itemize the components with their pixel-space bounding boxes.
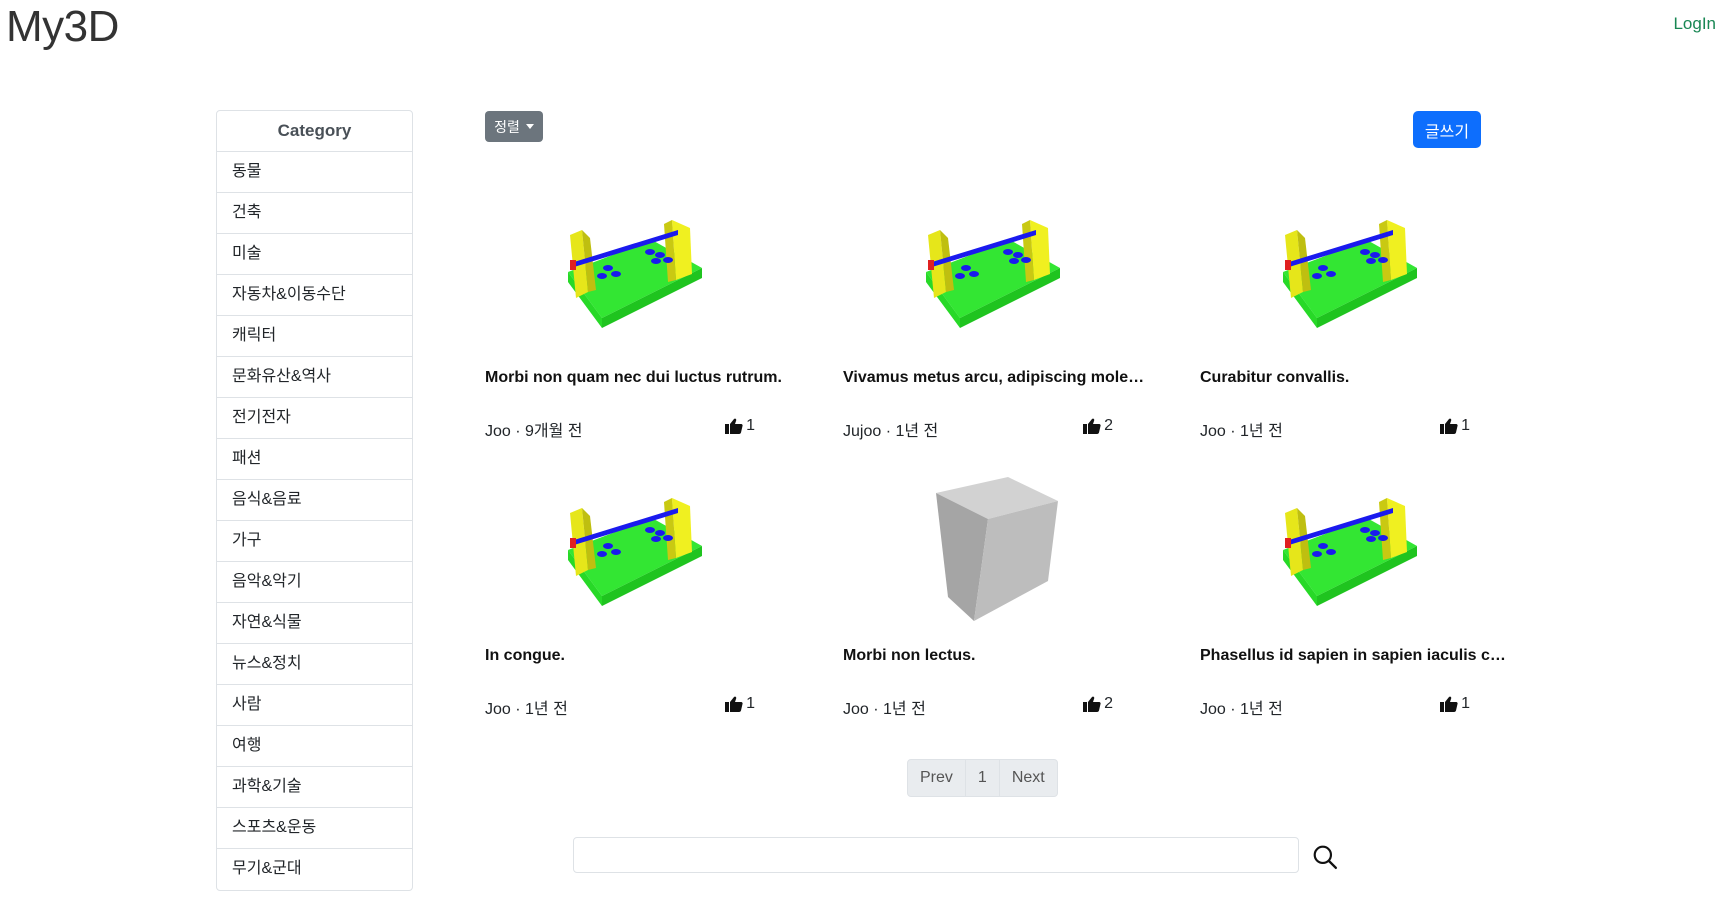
post-meta: Joo · 1년 전 bbox=[485, 701, 568, 718]
post-meta: Jujoo · 1년 전 bbox=[843, 423, 939, 440]
write-post-button[interactable]: 글쓰기 bbox=[1413, 111, 1481, 148]
post-card[interactable]: Morbi non lectus. Joo · 1년 전 2 bbox=[843, 473, 1153, 718]
thumbs-up-icon bbox=[1083, 418, 1101, 434]
caret-down-icon bbox=[525, 124, 534, 129]
search-icon[interactable] bbox=[1312, 844, 1338, 870]
post-title[interactable]: In congue. bbox=[485, 647, 795, 665]
model-thumbnail-icon bbox=[926, 220, 1060, 328]
sidebar-item-category[interactable]: 여행 bbox=[217, 726, 412, 767]
sidebar-item-category[interactable]: 전기전자 bbox=[217, 398, 412, 439]
like-count: 1 bbox=[746, 417, 755, 434]
post-likes[interactable]: 1 bbox=[1440, 695, 1470, 713]
post-likes[interactable]: 1 bbox=[1440, 417, 1470, 435]
thumbs-up-icon bbox=[1083, 696, 1101, 712]
model-thumbnail-icon bbox=[1283, 498, 1417, 606]
post-meta: Joo · 1년 전 bbox=[1200, 701, 1283, 718]
sidebar-item-category[interactable]: 건축 bbox=[217, 193, 412, 234]
like-count: 1 bbox=[746, 695, 755, 712]
pagination-next[interactable]: Next bbox=[1000, 760, 1057, 796]
sort-dropdown-button[interactable]: 정렬 bbox=[485, 111, 543, 142]
sidebar-item-category[interactable]: 자동차&이동수단 bbox=[217, 275, 412, 316]
post-meta: Joo · 9개월 전 bbox=[485, 423, 583, 440]
post-card[interactable]: Vivamus metus arcu, adipiscing molestie,… bbox=[843, 195, 1153, 440]
sidebar-item-category[interactable]: 동물 bbox=[217, 152, 412, 193]
post-thumbnail[interactable] bbox=[545, 195, 725, 345]
sidebar-item-category[interactable]: 스포츠&운동 bbox=[217, 808, 412, 849]
post-title[interactable]: Morbi non lectus. bbox=[843, 647, 1153, 665]
category-header: Category bbox=[217, 111, 412, 152]
category-sidebar: Category 동물 건축 미술 자동차&이동수단 캐릭터 문화유산&역사 전기전자 패션 음… bbox=[216, 110, 413, 891]
sidebar-item-category[interactable]: 무기&군대 bbox=[217, 849, 412, 890]
thumbs-up-icon bbox=[725, 418, 743, 434]
post-meta: Joo · 1년 전 bbox=[1200, 423, 1283, 440]
model-thumbnail-icon bbox=[1283, 220, 1417, 328]
post-likes[interactable]: 1 bbox=[725, 695, 755, 713]
post-title[interactable]: Morbi non quam nec dui luctus rutrum. bbox=[485, 369, 795, 387]
model-thumbnail-icon bbox=[568, 498, 702, 606]
search-input[interactable] bbox=[573, 837, 1299, 873]
sidebar-item-category[interactable]: 음식&음료 bbox=[217, 480, 412, 521]
post-likes[interactable]: 1 bbox=[725, 417, 755, 435]
login-link[interactable]: LogIn bbox=[1673, 14, 1716, 34]
sidebar-item-category[interactable]: 가구 bbox=[217, 521, 412, 562]
post-thumbnail[interactable] bbox=[545, 473, 725, 623]
post-title[interactable]: Curabitur convallis. bbox=[1200, 369, 1510, 387]
cube-thumbnail-icon bbox=[936, 477, 1058, 621]
sidebar-item-category[interactable]: 음악&악기 bbox=[217, 562, 412, 603]
post-thumbnail[interactable] bbox=[903, 195, 1083, 345]
post-card[interactable]: In congue. Joo · 1년 전 1 bbox=[485, 473, 795, 718]
post-likes[interactable]: 2 bbox=[1083, 417, 1113, 435]
site-logo[interactable]: My3D bbox=[6, 2, 119, 52]
model-thumbnail-icon bbox=[568, 220, 702, 328]
thumbs-up-icon bbox=[1440, 418, 1458, 434]
sort-label: 정렬 bbox=[494, 118, 520, 135]
post-likes[interactable]: 2 bbox=[1083, 695, 1113, 713]
sidebar-item-category[interactable]: 문화유산&역사 bbox=[217, 357, 412, 398]
post-meta: Joo · 1년 전 bbox=[843, 701, 926, 718]
post-title[interactable]: Phasellus id sapien in sapien iaculis co… bbox=[1200, 647, 1510, 665]
sidebar-item-category[interactable]: 미술 bbox=[217, 234, 412, 275]
post-thumbnail[interactable] bbox=[903, 473, 1083, 623]
post-card[interactable]: Curabitur convallis. Joo · 1년 전 1 bbox=[1200, 195, 1510, 440]
like-count: 2 bbox=[1104, 695, 1113, 712]
sidebar-item-category[interactable]: 뉴스&정치 bbox=[217, 644, 412, 685]
like-count: 1 bbox=[1461, 417, 1470, 434]
sidebar-item-category[interactable]: 캐릭터 bbox=[217, 316, 412, 357]
post-thumbnail[interactable] bbox=[1260, 195, 1440, 345]
sidebar-item-category[interactable]: 과학&기술 bbox=[217, 767, 412, 808]
like-count: 1 bbox=[1461, 695, 1470, 712]
thumbs-up-icon bbox=[1440, 696, 1458, 712]
pagination-prev[interactable]: Prev bbox=[908, 760, 966, 796]
thumbs-up-icon bbox=[725, 696, 743, 712]
sidebar-item-category[interactable]: 패션 bbox=[217, 439, 412, 480]
sidebar-item-category[interactable]: 사람 bbox=[217, 685, 412, 726]
post-title[interactable]: Vivamus metus arcu, adipiscing molestie,… bbox=[843, 369, 1153, 387]
post-thumbnail[interactable] bbox=[1260, 473, 1440, 623]
pagination: Prev 1 Next bbox=[907, 759, 1058, 797]
sidebar-item-category[interactable]: 자연&식물 bbox=[217, 603, 412, 644]
like-count: 2 bbox=[1104, 417, 1113, 434]
post-card[interactable]: Morbi non quam nec dui luctus rutrum. Joo… bbox=[485, 195, 795, 440]
pagination-page-1[interactable]: 1 bbox=[966, 760, 1000, 796]
post-card[interactable]: Phasellus id sapien in sapien iaculis co… bbox=[1200, 473, 1510, 718]
